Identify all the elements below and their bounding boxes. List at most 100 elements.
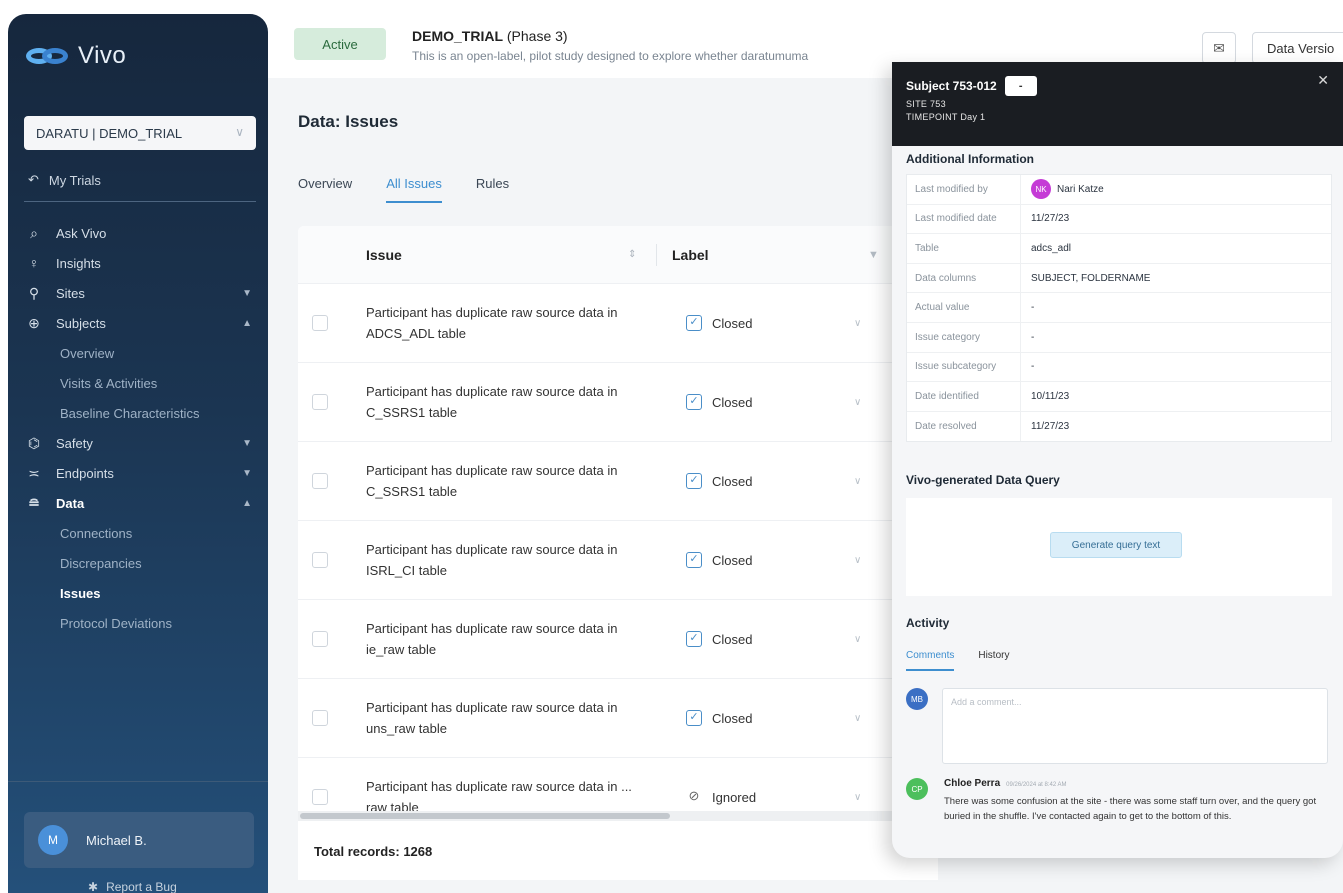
- query-box: Generate query text: [906, 498, 1332, 596]
- sidebar-subitem-baseline-characteristics[interactable]: Baseline Characteristics: [24, 398, 256, 428]
- mail-button[interactable]: ✉: [1202, 32, 1236, 64]
- chevron-down-icon[interactable]: ∨: [854, 634, 861, 645]
- bug-icon: ✱: [88, 880, 99, 893]
- tab-all-issues[interactable]: All Issues: [386, 176, 442, 203]
- info-row: Last modified by NK Nari Katze: [907, 175, 1331, 205]
- label-cell[interactable]: ✓ Closed: [686, 631, 752, 647]
- sidebar-item-label: Subjects: [56, 315, 106, 331]
- report-bug-link[interactable]: ✱ Report a Bug: [88, 880, 177, 893]
- label-cell[interactable]: ✓ Closed: [686, 394, 752, 410]
- my-trials-label: My Trials: [48, 172, 101, 188]
- label-cell[interactable]: ✓ Closed: [686, 710, 752, 726]
- activity-tabs: Comments History: [906, 650, 1009, 671]
- label-text: Closed: [712, 631, 753, 647]
- chevron-down-icon[interactable]: ∨: [854, 397, 861, 408]
- vivo-logo[interactable]: Vivo: [26, 42, 126, 70]
- additional-info-title: Additional Information: [906, 152, 1034, 166]
- info-key: Issue category: [907, 322, 1021, 352]
- column-header-issue[interactable]: Issue: [366, 247, 402, 263]
- chevron-down-icon[interactable]: ∨: [854, 713, 861, 724]
- chevron-up-icon: ▲: [242, 317, 252, 329]
- user-menu[interactable]: M Michael B.: [24, 812, 254, 868]
- chevron-down-icon[interactable]: ∨: [854, 792, 861, 803]
- sort-icon[interactable]: ⇕: [628, 249, 636, 260]
- issue-text: Participant has duplicate raw source dat…: [366, 700, 618, 736]
- column-header-label[interactable]: Label: [672, 247, 709, 263]
- sidebar-subitem-overview[interactable]: Overview: [24, 338, 256, 368]
- sidebar-item-safety[interactable]: ⌬ Safety ▼: [24, 428, 256, 458]
- chevron-down-icon: ▼: [242, 467, 252, 479]
- sidebar-item-insights[interactable]: ♀ Insights: [24, 248, 256, 278]
- chevron-up-icon: ▲: [242, 497, 252, 509]
- row-checkbox[interactable]: [312, 315, 328, 331]
- info-row: Issue category -: [907, 322, 1331, 353]
- comment-input[interactable]: Add a comment...: [942, 688, 1328, 764]
- comment-author-name: Chloe Perra: [944, 778, 1001, 789]
- info-value: SUBJECT, FOLDERNAME: [1031, 272, 1151, 284]
- chevron-down-icon[interactable]: ∨: [854, 318, 861, 329]
- table-row[interactable]: Participant has duplicate raw source dat…: [298, 679, 918, 758]
- table-row[interactable]: Participant has duplicate raw source dat…: [298, 442, 918, 521]
- row-checkbox[interactable]: [312, 710, 328, 726]
- scrollbar-thumb[interactable]: [300, 813, 670, 819]
- tab-rules[interactable]: Rules: [476, 176, 509, 203]
- trial-name: DEMO_TRIAL: [412, 28, 503, 44]
- issues-table: Issue ⇕ Label ▼ Participant has duplicat…: [298, 226, 918, 826]
- sidebar-item-endpoints[interactable]: ≍ Endpoints ▼: [24, 458, 256, 488]
- info-value: -: [1031, 361, 1035, 373]
- info-key: Last modified date: [907, 204, 1021, 234]
- user-search-icon: ⊕: [28, 314, 40, 331]
- sidebar-item-sites[interactable]: ⚲ Sites ▼: [24, 278, 256, 308]
- sidebar-item-data[interactable]: ≘ Data ▲: [24, 488, 256, 518]
- info-value: 10/11/23: [1031, 390, 1070, 402]
- sidebar-subitem-visits-activities[interactable]: Visits & Activities: [24, 368, 256, 398]
- label-cell[interactable]: ✓ Closed: [686, 552, 752, 568]
- sidebar-item-subjects[interactable]: ⊕ Subjects ▲: [24, 308, 256, 338]
- table-row[interactable]: Participant has duplicate raw source dat…: [298, 284, 918, 363]
- tab-history[interactable]: History: [978, 650, 1009, 671]
- sidebar-subitem-issues[interactable]: Issues: [24, 578, 256, 608]
- sidebar-item-ask-vivo[interactable]: ⌕ Ask Vivo: [24, 218, 256, 248]
- trial-selector[interactable]: DARATU | DEMO_TRIAL ∨: [24, 116, 256, 150]
- data-version-button[interactable]: Data Versio: [1252, 32, 1343, 64]
- sidebar-subitem-protocol-deviations[interactable]: Protocol Deviations: [24, 608, 256, 638]
- info-row: Data columns SUBJECT, FOLDERNAME: [907, 263, 1331, 294]
- label-cell[interactable]: ✓ Closed: [686, 315, 752, 331]
- info-key: Actual value: [907, 293, 1021, 322]
- table-row[interactable]: Participant has duplicate raw source dat…: [298, 363, 918, 442]
- row-checkbox[interactable]: [312, 552, 328, 568]
- row-checkbox[interactable]: [312, 473, 328, 489]
- row-checkbox[interactable]: [312, 789, 328, 805]
- my-trials-link[interactable]: ↶ My Trials: [28, 172, 101, 188]
- label-cell[interactable]: ⊘ Ignored: [686, 789, 757, 805]
- avatar: NK: [1031, 179, 1051, 200]
- subject-tag[interactable]: -: [1004, 76, 1037, 96]
- filter-icon[interactable]: ▼: [868, 249, 879, 261]
- close-icon[interactable]: ✕: [1317, 72, 1329, 89]
- generate-query-button[interactable]: Generate query text: [1050, 532, 1182, 558]
- tab-overview[interactable]: Overview: [298, 176, 352, 203]
- issue-detail-panel: Subject 753-012 - SITE 753 TIMEPOINT Day…: [892, 62, 1343, 858]
- comment-timestamp: 09/26/2024 at 8:42 AM: [1006, 782, 1067, 788]
- table-header: Issue ⇕ Label ▼: [298, 226, 918, 284]
- table-row[interactable]: Participant has duplicate raw source dat…: [298, 521, 918, 600]
- sidebar-subitem-connections[interactable]: Connections: [24, 518, 256, 548]
- chevron-down-icon[interactable]: ∨: [854, 555, 861, 566]
- table-row[interactable]: Participant has duplicate raw source dat…: [298, 600, 918, 679]
- sidebar-divider: [8, 781, 268, 782]
- chevron-down-icon[interactable]: ∨: [854, 476, 861, 487]
- row-checkbox[interactable]: [312, 394, 328, 410]
- closed-check-icon: ✓: [686, 710, 702, 726]
- sidebar-item-label: Safety: [56, 435, 93, 451]
- horizontal-scrollbar[interactable]: [298, 811, 918, 821]
- sidebar: Vivo DARATU | DEMO_TRIAL ∨ ↶ My Trials ⌕…: [8, 14, 268, 893]
- total-records: Total records: 1268: [314, 843, 433, 859]
- trial-phase: (Phase 3): [506, 28, 568, 44]
- label-cell[interactable]: ✓ Closed: [686, 473, 752, 489]
- mail-icon: ✉: [1213, 39, 1225, 56]
- trial-selector-value: DARATU | DEMO_TRIAL: [36, 125, 183, 141]
- sidebar-subitem-discrepancies[interactable]: Discrepancies: [24, 548, 256, 578]
- tab-comments[interactable]: Comments: [906, 650, 955, 671]
- row-checkbox[interactable]: [312, 631, 328, 647]
- lightbulb-icon: ♀: [28, 255, 40, 271]
